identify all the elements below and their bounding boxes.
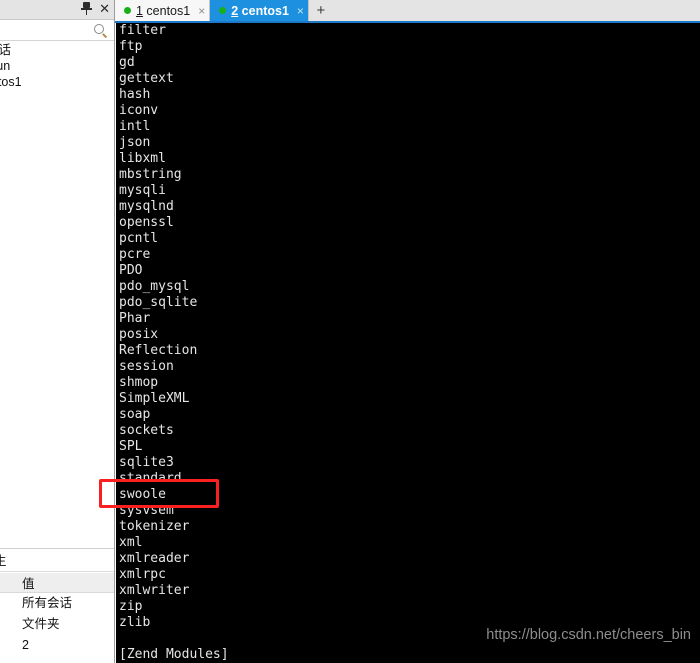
terminal-line: SPL [119,439,143,454]
new-tab-button[interactable]: + [308,0,333,21]
session-tree-item[interactable]: 会话 [0,42,114,58]
session-manager-sidebar: ✕ 会话 yun ntos1 生 值 所有会话 文件夹 2 [0,0,115,663]
session-tree-item[interactable]: yun [0,58,114,74]
terminal-line: openssl [119,215,174,230]
tab-centos1-1[interactable]: 1 centos1 × [115,0,211,21]
close-icon[interactable]: ✕ [99,2,110,15]
terminal-line: pcntl [119,231,159,246]
terminal-line: pdo_mysql [119,279,190,294]
terminal-line: xmlwriter [119,583,190,598]
tab-title: centos1 [142,3,191,18]
terminal-line: hash [119,87,151,102]
column-header-value: 值 [22,577,35,591]
terminal-line: Phar [119,311,151,326]
terminal-line: pdo_sqlite [119,295,198,310]
terminal-line: pcre [119,247,151,262]
terminal-line: iconv [119,103,159,118]
table-row[interactable]: 所有会话 [0,593,114,614]
table-row[interactable]: 2 [0,635,114,656]
terminal-line: mbstring [119,167,182,182]
terminal-line: xmlreader [119,551,190,566]
terminal-line: mysqli [119,183,166,198]
terminal-line: filter [119,23,166,38]
sidebar-search-bar[interactable] [0,21,114,41]
terminal-line: zip [119,599,143,614]
terminal-line: intl [119,119,151,134]
terminal-line: xml [119,535,143,550]
terminal-line: session [119,359,174,374]
terminal-line: sysvsem [119,503,174,518]
sidebar-titlebar-buttons: ✕ [81,2,110,15]
terminal-line: sockets [119,423,174,438]
terminal-line: posix [119,327,159,342]
terminal-line: gd [119,55,135,70]
terminal-line-swoole: swoole [119,487,166,502]
session-tree[interactable]: 会话 yun ntos1 [0,42,114,549]
sidebar-titlebar: ✕ [0,0,114,20]
terminal-line: mysqlnd [119,199,174,214]
tab-label: 2 centos1 [231,4,289,18]
properties-table-header: 值 [0,573,114,593]
terminal-line: libxml [119,151,166,166]
session-tree-item[interactable]: ntos1 [0,74,114,90]
terminal-line: shmop [119,375,159,390]
terminal-line: Reflection [119,343,198,358]
terminal-line: json [119,135,151,150]
properties-panel-header: 生 [0,550,114,572]
connection-status-dot-icon [124,7,131,14]
properties-table: 值 所有会话 文件夹 2 [0,573,114,663]
tab-index: 1 [136,3,143,18]
tab-bar: 1 centos1 × 2 centos1 × + [115,0,700,21]
tab-bar-empty-area [332,0,700,21]
watermark: https://blog.csdn.net/cheers_bin [486,627,691,643]
terminal-line: xmlrpc [119,567,166,582]
terminal-output[interactable]: filter ftp gd gettext hash iconv intl js… [116,23,700,663]
terminal-line: PDO [119,263,143,278]
terminal-line: SimpleXML [119,391,190,406]
table-row[interactable]: 文件夹 [0,614,114,635]
properties-panel-title: 生 [0,554,7,568]
connection-status-dot-icon [219,7,227,14]
tab-close-icon[interactable]: × [198,5,205,17]
terminal-line: ftp [119,39,143,54]
tab-close-icon[interactable]: × [297,5,304,17]
terminal-line: soap [119,407,151,422]
terminal-line: tokenizer [119,519,190,534]
terminal-line: gettext [119,71,174,86]
search-icon[interactable] [94,24,108,38]
app-window: ✕ 会话 yun ntos1 生 值 所有会话 文件夹 2 [0,0,700,663]
tab-centos1-2[interactable]: 2 centos1 × [210,0,309,21]
tab-label: 1 centos1 [136,4,190,18]
terminal-line: sqlite3 [119,455,174,470]
terminal-line: standard [119,471,182,486]
tab-title: centos1 [238,3,289,18]
terminal-line: [Zend Modules] [119,647,229,662]
pin-icon[interactable] [81,2,93,15]
